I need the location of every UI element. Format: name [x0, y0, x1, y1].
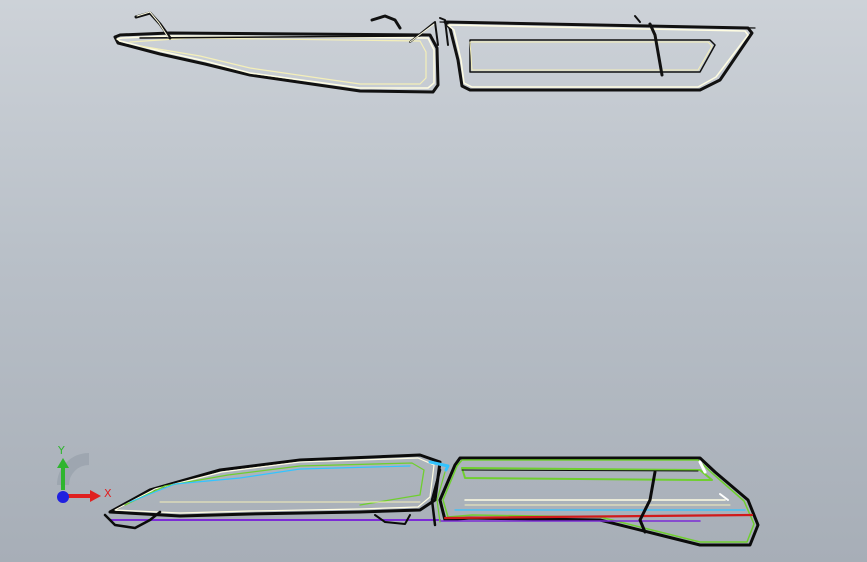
x-axis-label: X: [104, 487, 112, 500]
top-left-frame: [113, 11, 440, 94]
y-axis-label: Y: [58, 444, 65, 457]
cad-viewport[interactable]: X Y: [0, 0, 867, 562]
bottom-left-frame: [103, 453, 450, 530]
z-axis-dot: [57, 491, 69, 503]
top-frame-assembly: [113, 11, 756, 94]
top-right-frame: [439, 15, 756, 92]
x-axis-arrowhead: [90, 490, 101, 502]
cad-model-canvas[interactable]: [0, 0, 867, 562]
y-axis-arrow: [61, 465, 65, 490]
bottom-frame-assembly: [103, 453, 760, 547]
triad-arc: [57, 453, 90, 486]
bottom-right-frame: [430, 456, 760, 547]
